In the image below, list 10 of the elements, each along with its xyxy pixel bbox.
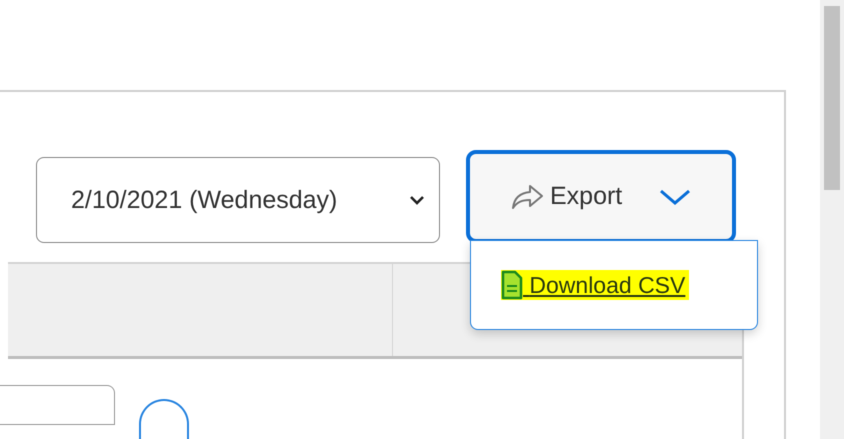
export-button[interactable]: Export (466, 150, 736, 243)
scrollbar-thumb[interactable] (824, 6, 840, 190)
download-csv-link[interactable]: Download CSV (501, 270, 690, 300)
circle-button[interactable] (139, 399, 189, 439)
file-icon (501, 270, 523, 300)
chevron-down-icon (409, 194, 425, 206)
input-field[interactable] (0, 385, 115, 425)
date-select[interactable]: 2/10/2021 (Wednesday) (36, 157, 440, 243)
share-arrow-icon (510, 184, 544, 210)
scrollbar[interactable] (820, 0, 844, 439)
